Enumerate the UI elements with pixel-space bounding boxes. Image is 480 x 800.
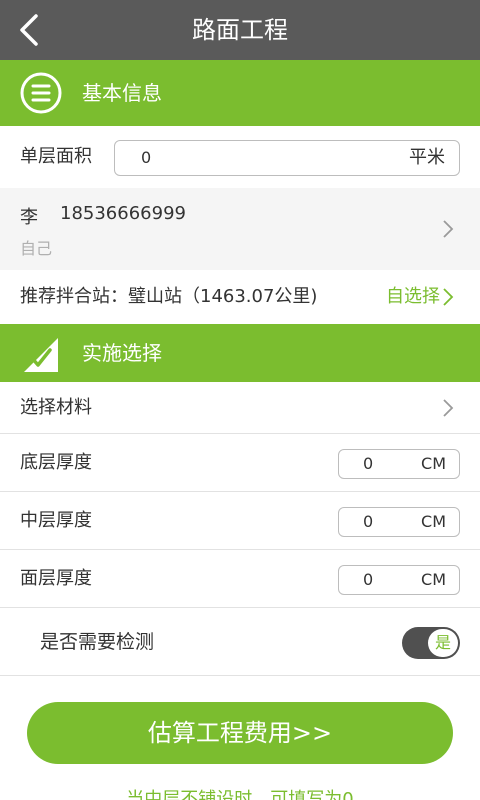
chevron-right-icon[interactable] — [442, 287, 454, 307]
bottom-thickness-input[interactable]: 0 CM — [338, 449, 460, 479]
bottom-thickness-value: 0 — [363, 454, 374, 473]
menu-list-icon — [20, 72, 62, 114]
contact-phone: 18536666999 — [60, 203, 186, 224]
bottom-thickness-label: 底层厚度 — [20, 452, 92, 473]
unit-label: CM — [421, 570, 446, 589]
middle-thickness-value: 0 — [363, 512, 374, 531]
detection-row: 是否需要检测 是 — [0, 608, 480, 676]
unit-label: CM — [421, 512, 446, 531]
bottom-thickness-row: 底层厚度 0 CM — [0, 434, 480, 492]
top-bar: 路面工程 — [0, 0, 480, 60]
contact-name: 李 — [20, 207, 38, 228]
material-row[interactable]: 选择材料 — [0, 382, 480, 434]
checkmark-icon — [24, 338, 58, 372]
unit-label: CM — [421, 454, 446, 473]
chevron-right-icon — [443, 220, 454, 238]
middle-thickness-label: 中层厚度 — [20, 510, 92, 531]
middle-thickness-input[interactable]: 0 CM — [338, 507, 460, 537]
self-select-link[interactable]: 自选择 — [386, 270, 440, 324]
section-implementation: 实施选择 — [0, 324, 480, 382]
material-label: 选择材料 — [20, 397, 92, 418]
top-thickness-value: 0 — [363, 570, 374, 589]
footnote-hint: 当中层不铺设时，可填写为0 — [126, 789, 354, 800]
middle-thickness-row: 中层厚度 0 CM — [0, 492, 480, 550]
section-basic-info: 基本信息 — [0, 60, 480, 126]
area-input[interactable]: 0 平米 — [114, 140, 460, 176]
toggle-knob: 是 — [428, 629, 458, 657]
section-title: 实施选择 — [82, 341, 162, 365]
section-title: 基本信息 — [82, 81, 162, 105]
detection-label: 是否需要检测 — [40, 631, 155, 653]
top-thickness-label: 面层厚度 — [20, 568, 92, 589]
contact-relation: 自己 — [20, 239, 53, 258]
estimate-cost-button[interactable]: 估算工程费用>> — [27, 702, 453, 764]
station-row: 推荐拌合站：璧山站（1463.07公里) 自选择 — [0, 270, 480, 324]
area-label: 单层面积 — [20, 146, 92, 167]
top-thickness-row: 面层厚度 0 CM — [0, 550, 480, 608]
area-unit: 平米 — [409, 147, 445, 168]
chevron-right-icon — [443, 399, 454, 417]
detection-toggle[interactable]: 是 — [402, 627, 460, 659]
area-value: 0 — [141, 148, 152, 167]
station-recommendation: 推荐拌合站：璧山站（1463.07公里) — [20, 286, 318, 307]
area-row: 单层面积 0 平米 — [0, 126, 480, 188]
top-thickness-input[interactable]: 0 CM — [338, 565, 460, 595]
page-title: 路面工程 — [192, 16, 288, 44]
contact-row[interactable]: 李 18536666999 自己 — [0, 188, 480, 270]
